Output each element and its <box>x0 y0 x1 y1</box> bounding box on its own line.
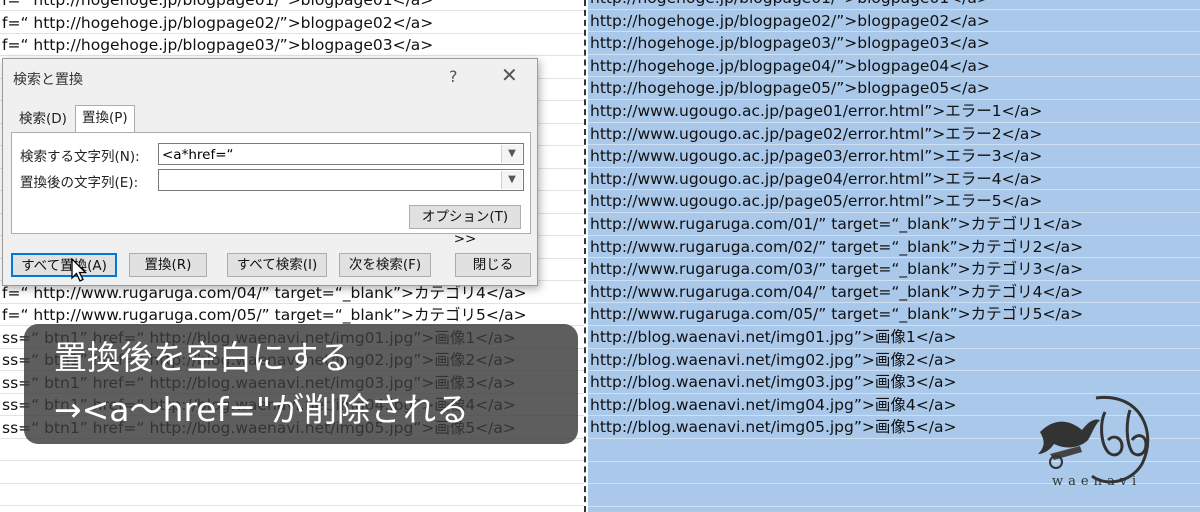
find-input[interactable] <box>159 145 505 165</box>
right-cell-row[interactable]: http://www.ugougo.ac.jp/page03/error.htm… <box>588 145 1200 168</box>
caption-overlay: 置換後を空白にする →<a～href="が削除される <box>24 324 578 444</box>
left-cell-row[interactable] <box>0 462 584 484</box>
left-cell-row[interactable]: f=“ http://hogehoge.jp/blogpage03/”>blog… <box>0 34 584 56</box>
find-next-button[interactable]: 次を検索(F) <box>339 253 431 277</box>
caption-line-2: →<a～href="が削除される <box>54 390 470 429</box>
close-icon[interactable]: ✕ <box>501 63 518 87</box>
replace-combo[interactable]: ▼ <box>158 169 524 191</box>
left-cell-row[interactable]: f=“ http://hogehoge.jp/blogpage01/”>blog… <box>0 0 584 11</box>
right-cell-row[interactable]: http://hogehoge.jp/blogpage05/”>blogpage… <box>588 77 1200 100</box>
right-cell-row[interactable]: http://hogehoge.jp/blogpage03/”>blogpage… <box>588 32 1200 55</box>
dialog-title: 検索と置換 <box>13 72 83 88</box>
left-cell-row[interactable]: f=“ http://www.rugaruga.com/05/” target=… <box>0 304 584 326</box>
right-cell-row[interactable]: http://hogehoge.jp/blogpage04/”>blogpage… <box>588 55 1200 78</box>
find-replace-dialog: 検索と置換 ? ✕ 検索(D) 置換(P) 検索する文字列(N): ▼ 置換後の… <box>2 58 538 286</box>
right-cell-row[interactable]: http://www.ugougo.ac.jp/page01/error.htm… <box>588 100 1200 123</box>
replace-button[interactable]: 置換(R) <box>129 253 207 277</box>
right-cell-row[interactable]: http://www.rugaruga.com/05/” target=“_bl… <box>588 303 1200 326</box>
right-cell-row[interactable]: http://www.rugaruga.com/01/” target=“_bl… <box>588 213 1200 236</box>
left-cell-row[interactable]: f=“ http://hogehoge.jp/blogpage02/”>blog… <box>0 12 584 34</box>
left-cell-row[interactable] <box>0 484 584 506</box>
replace-all-button[interactable]: すべて置換(A) <box>11 253 117 277</box>
right-cell-row[interactable]: http://hogehoge.jp/blogpage02/”>blogpage… <box>588 10 1200 33</box>
find-label: 検索する文字列(N): <box>20 149 140 165</box>
right-cell-row[interactable]: http://www.rugaruga.com/02/” target=“_bl… <box>588 236 1200 259</box>
right-cell-row[interactable]: http://www.ugougo.ac.jp/page05/error.htm… <box>588 190 1200 213</box>
right-cell-row[interactable]: http://blog.waenavi.net/img02.jpg”>画像2</… <box>588 349 1200 372</box>
find-combo[interactable]: ▼ <box>158 143 524 165</box>
right-cell-row[interactable]: http://www.ugougo.ac.jp/page02/error.htm… <box>588 123 1200 146</box>
right-cell-row[interactable]: http://blog.waenavi.net/img01.jpg”>画像1</… <box>588 326 1200 349</box>
help-icon[interactable]: ? <box>449 67 458 86</box>
dialog-close-button[interactable]: 閉じる <box>455 253 531 277</box>
right-cell-row[interactable]: http://blog.waenavi.net/img03.jpg”>画像3</… <box>588 371 1200 394</box>
right-cell-row[interactable]: http://www.rugaruga.com/03/” target=“_bl… <box>588 258 1200 281</box>
chevron-down-icon[interactable]: ▼ <box>501 171 522 189</box>
replace-label: 置換後の文字列(E): <box>20 175 139 191</box>
tab-search[interactable]: 検索(D) <box>13 107 73 131</box>
find-all-button[interactable]: すべて検索(I) <box>227 253 327 277</box>
right-cell-row[interactable]: http://www.ugougo.ac.jp/page04/error.htm… <box>588 168 1200 191</box>
right-cell-row[interactable]: http://hogehoge.jp/blogpage01/”>blogpage… <box>588 0 1200 10</box>
chevron-down-icon[interactable]: ▼ <box>501 145 522 163</box>
replace-input[interactable] <box>159 171 505 191</box>
options-button[interactable]: オプション(T) >> <box>409 205 521 247</box>
logo-text: waenavi <box>1052 474 1142 489</box>
caption-line-1: 置換後を空白にする <box>54 338 352 377</box>
mouse-pointer-icon <box>71 258 88 282</box>
right-cell-row[interactable]: http://www.rugaruga.com/04/” target=“_bl… <box>588 281 1200 304</box>
tab-replace[interactable]: 置換(P) <box>75 105 135 133</box>
